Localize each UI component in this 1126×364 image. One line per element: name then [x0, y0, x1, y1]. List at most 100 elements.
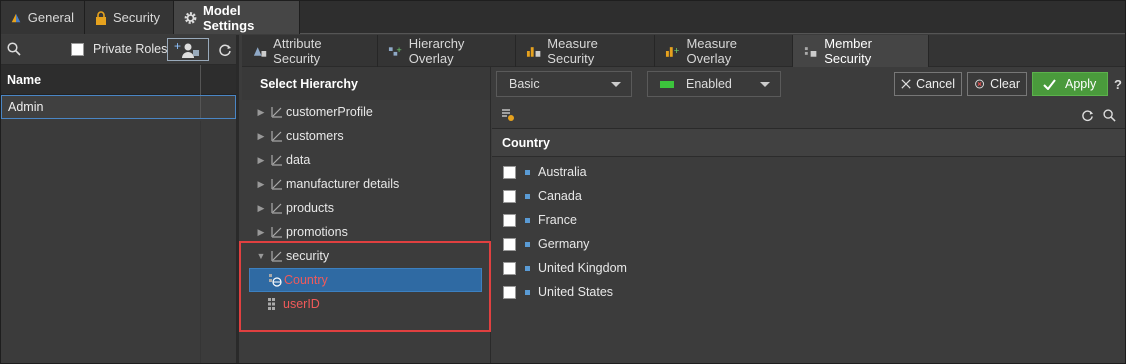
member-checkbox[interactable]: [503, 165, 516, 179]
tab-general-label: General: [27, 10, 74, 25]
member-checkbox[interactable]: [503, 237, 516, 251]
private-roles-checkbox[interactable]: [71, 43, 84, 56]
help-icon[interactable]: ?: [1114, 77, 1122, 92]
add-user-icon: +: [174, 39, 199, 58]
hierarchy-level-label: Country: [284, 273, 328, 287]
member-row[interactable]: Germany: [492, 232, 1125, 256]
clear-button[interactable]: Clear: [967, 72, 1027, 96]
member-icon: [525, 241, 530, 247]
chevron-down-icon: [611, 82, 621, 87]
caret-right-icon[interactable]: ▶: [256, 131, 266, 142]
member-icon: [525, 217, 530, 223]
caret-right-icon[interactable]: ▶: [256, 155, 266, 166]
status-dropdown[interactable]: Enabled: [647, 71, 781, 97]
hierarchy-item[interactable]: ▼ security: [242, 244, 490, 268]
caret-right-icon[interactable]: ▶: [256, 203, 266, 214]
name-column-label: Name: [7, 72, 42, 87]
member-checkbox[interactable]: [503, 285, 516, 299]
hierarchy-item-label: products: [286, 201, 334, 215]
hierarchy-item[interactable]: ▶ manufacturer details: [242, 172, 490, 196]
hierarchy-item-label: data: [286, 153, 311, 167]
name-column-header[interactable]: Name: [1, 65, 236, 95]
level-globe-icon: [269, 274, 282, 287]
tab-model-settings[interactable]: Model Settings: [174, 1, 300, 34]
hierarchy-item[interactable]: ▶ promotions: [242, 220, 490, 244]
tab-measure-overlay-label: Measure Overlay: [686, 36, 738, 66]
cancel-label: Cancel: [916, 77, 955, 91]
tab-measure-overlay[interactable]: + Measure Overlay: [655, 35, 793, 67]
tab-general[interactable]: General: [1, 1, 85, 34]
mode-value: Basic: [509, 77, 540, 91]
tab-hierarchy-overlay-label: Hierarchy Overlay: [408, 36, 465, 66]
svg-text:+: +: [174, 39, 181, 53]
gear-icon: [184, 11, 197, 24]
hierarchy-item-label: customerProfile: [286, 105, 373, 119]
member-label: Germany: [538, 237, 590, 251]
dimension-icon: [270, 105, 286, 119]
hierarchy-item[interactable]: ▶ data: [242, 148, 490, 172]
hierarchy-item[interactable]: ▶ customers: [242, 124, 490, 148]
member-icon: [525, 289, 530, 295]
hierarchy-level-item[interactable]: Country: [249, 268, 482, 292]
caret-right-icon[interactable]: ▶: [256, 107, 266, 118]
member-label: United States: [538, 285, 614, 299]
dimension-icon: [270, 153, 286, 167]
member-row[interactable]: Canada: [492, 184, 1125, 208]
caret-right-icon[interactable]: ▶: [256, 227, 266, 238]
clear-label: Clear: [990, 77, 1020, 91]
member-checkbox[interactable]: [503, 213, 516, 227]
cancel-button[interactable]: Cancel: [894, 72, 962, 96]
hierarchy-item-label: security: [286, 249, 330, 263]
member-row[interactable]: Australia: [492, 160, 1125, 184]
role-name: Admin: [8, 100, 44, 114]
member-checkbox[interactable]: [503, 261, 516, 275]
tab-measure-security-label: Measure Security: [547, 36, 598, 66]
checkmark-icon: [1043, 78, 1056, 90]
measure-overlay-icon: +: [665, 46, 680, 57]
hierarchy-item-label: promotions: [286, 225, 348, 239]
member-row[interactable]: United Kingdom: [492, 256, 1125, 280]
refresh-icon[interactable]: [1081, 109, 1094, 122]
member-settings-icon[interactable]: [501, 108, 515, 122]
lock-icon: [96, 10, 106, 25]
member-row[interactable]: United States: [492, 280, 1125, 304]
attribute-security-icon: [253, 47, 267, 57]
hierarchy-item[interactable]: ▶ customerProfile: [242, 100, 490, 124]
enabled-indicator: [660, 80, 674, 88]
member-icon: [525, 265, 530, 271]
caret-right-icon[interactable]: ▶: [256, 179, 266, 190]
hierarchy-item-label: manufacturer details: [286, 177, 400, 191]
tab-attribute-security[interactable]: Attribute Security: [242, 35, 378, 67]
search-icon[interactable]: [7, 42, 21, 56]
security-sub-tab-bar: Attribute Security + Hierarchy Overlay M…: [242, 35, 1125, 67]
level-icon: [268, 298, 275, 310]
member-label: Australia: [538, 165, 587, 179]
search-icon[interactable]: [1103, 109, 1116, 122]
tab-member-security[interactable]: Member Security: [793, 35, 929, 67]
clear-icon: [975, 79, 985, 89]
roles-toolbar: Private Roles +: [1, 35, 236, 65]
apply-button[interactable]: Apply: [1032, 72, 1108, 96]
apply-label: Apply: [1065, 77, 1097, 91]
roles-panel: Private Roles + Name Admin: [1, 35, 239, 363]
member-list: Australia Canada France Germany United Kingd…: [492, 157, 1125, 304]
tab-measure-security[interactable]: Measure Security: [516, 35, 655, 67]
member-list-header: Country: [492, 129, 1125, 157]
tab-hierarchy-overlay[interactable]: + Hierarchy Overlay: [378, 35, 516, 67]
caret-down-icon[interactable]: ▼: [256, 251, 266, 261]
hierarchy-level-item[interactable]: userID: [249, 292, 482, 316]
mode-dropdown[interactable]: Basic: [496, 71, 632, 97]
tab-security[interactable]: Security: [85, 1, 174, 34]
member-icon-row: [492, 101, 1125, 129]
role-row-admin[interactable]: Admin: [1, 95, 236, 119]
chevron-down-icon: [760, 82, 770, 87]
refresh-icon[interactable]: [218, 43, 232, 57]
member-checkbox[interactable]: [503, 189, 516, 203]
hierarchy-item[interactable]: ▶ products: [242, 196, 490, 220]
member-icon: [525, 193, 530, 199]
status-value: Enabled: [686, 77, 732, 91]
member-row[interactable]: France: [492, 208, 1125, 232]
member-security-icon: [804, 47, 817, 57]
member-label: France: [538, 213, 577, 227]
add-role-button[interactable]: +: [167, 38, 209, 61]
